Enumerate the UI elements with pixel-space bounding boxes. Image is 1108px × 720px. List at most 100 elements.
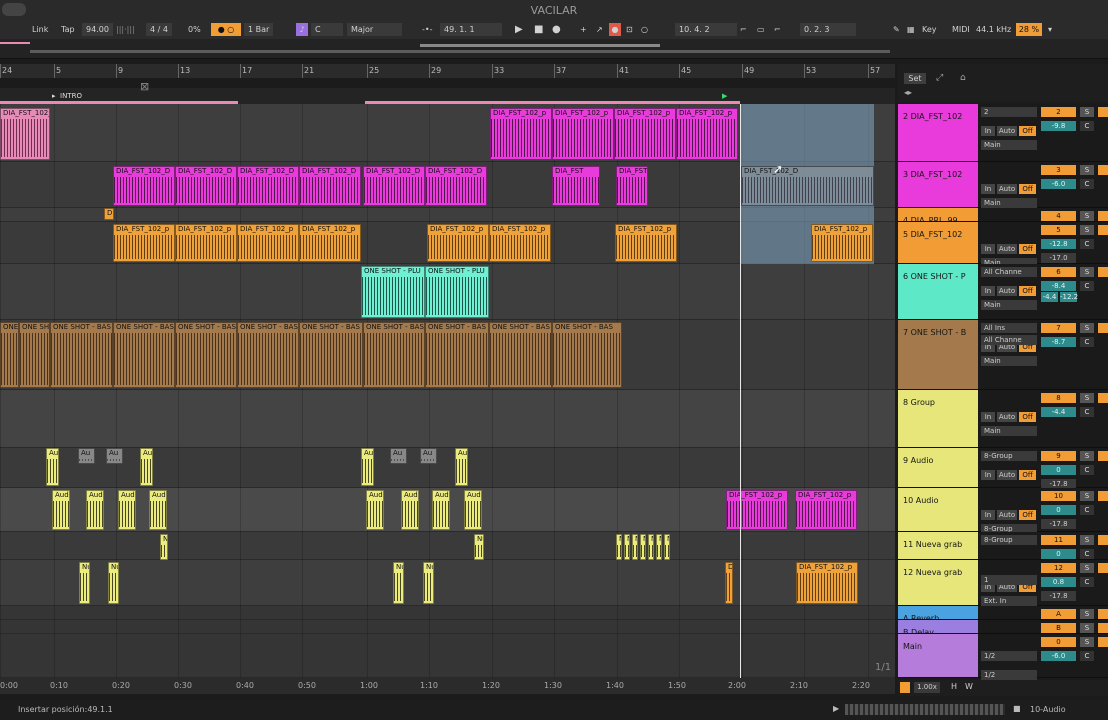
solo-button[interactable]: S [1080,623,1094,633]
monitor-in-button[interactable]: In [981,510,995,520]
track-name-9[interactable]: 10 Audio [898,488,978,532]
arm-button[interactable] [1098,535,1108,545]
ruler-bar-label[interactable]: 57 [870,66,880,75]
tap-tempo-button[interactable]: Tap [61,23,75,36]
key-map-button[interactable]: Key [922,23,937,36]
arm-button[interactable] [1098,165,1108,175]
solo-button[interactable]: S [1080,637,1094,647]
track-activator-button[interactable]: 7 [1041,323,1076,333]
play-icon[interactable]: ▶ [515,23,523,36]
arm-button[interactable] [1098,393,1108,403]
audio-clip[interactable]: Au [140,448,153,486]
capture-icon[interactable]: ⊡ [626,23,633,36]
output-routing-select[interactable]: 1/2 [981,670,1037,680]
solo-button[interactable]: S [1080,107,1094,117]
audio-clip[interactable]: Nu [393,562,404,604]
volume-field[interactable]: -12.8 [1041,239,1076,249]
audio-clip[interactable]: ONE SHOT - PLU [425,266,489,318]
monitor-auto-button[interactable]: Auto [997,412,1017,422]
output-routing-select[interactable]: Ext. In [981,596,1037,606]
output-channel-select[interactable]: 1/2 [981,651,1037,661]
track-activator-button[interactable]: 10 [1041,491,1076,501]
audio-clip[interactable]: DIA_FST_102_p [552,108,614,160]
solo-button[interactable]: S [1080,165,1094,175]
audio-clip[interactable]: ONE SHOT - BAS [299,322,363,388]
solo-button[interactable]: S [1080,563,1094,573]
audio-clip[interactable]: ONE SHOT - BAS [237,322,299,388]
audio-clip[interactable]: DIA_FST [616,166,648,206]
track-lane[interactable] [0,620,895,634]
ruler-bar-label[interactable]: 33 [494,66,504,75]
tempo-field[interactable]: 94.00 [82,23,113,36]
follow-icon[interactable]: -•- [422,23,433,36]
midi-map-button[interactable]: MIDI [952,23,970,36]
monitor-in-button[interactable]: In [981,412,995,422]
audio-clip[interactable]: Au [78,448,95,464]
audio-clip[interactable]: DIA_FST_102_p [237,224,299,262]
metronome-toggle-icon[interactable]: ● ○ [211,23,241,36]
audio-clip[interactable]: Au [390,448,407,464]
monitor-off-button[interactable]: Off [1019,286,1036,296]
locator-flag-icon[interactable]: ▸ [52,92,56,100]
audio-clip[interactable]: DIA_FST_102_p [811,224,873,262]
track-name-5[interactable]: 6 ONE SHOT - P [898,264,978,320]
volume-field[interactable]: -9.8 [1041,121,1076,131]
audio-clip[interactable]: Nu [616,534,622,560]
audio-clip[interactable]: Au [455,448,468,486]
track-activator-button[interactable]: B [1041,623,1076,633]
audio-clip[interactable]: DIA_FST_102_p [614,108,676,160]
audio-clip[interactable]: DIA_FST_102_D [175,166,237,206]
arm-button[interactable] [1098,491,1108,501]
output-routing-select[interactable]: 8-Group [981,535,1037,545]
monitor-off-button[interactable]: Off [1019,184,1036,194]
arrangement-position-field[interactable]: 49. 1. 1 [440,23,502,36]
monitor-in-button[interactable]: In [981,470,995,480]
monitor-off-button[interactable]: Off [1019,412,1036,422]
solo-button[interactable]: S [1080,393,1094,403]
quantize-menu[interactable]: 1 Bar [244,23,274,36]
locator-lane[interactable]: ▸ INTRO ⊠ ▶ [0,80,895,104]
pan-field[interactable]: -4.4 [1041,292,1058,302]
draw-mode-icon[interactable]: ✎ [893,23,900,36]
track-name-10[interactable]: 11 Nueva grab [898,532,978,560]
monitor-in-button[interactable]: In [981,126,995,136]
monitor-in-button[interactable]: In [981,184,995,194]
audio-clip[interactable]: Nu [648,534,654,560]
status-stop-icon[interactable]: ■ [1013,704,1021,713]
volume-field[interactable]: 0.8 [1041,577,1076,587]
crossfade-button[interactable]: C [1080,577,1094,587]
monitor-auto-button[interactable]: Auto [997,510,1017,520]
output-routing-select[interactable]: Main [981,198,1037,208]
track-name-3[interactable]: 4 DIA_PRL_99 [898,208,978,222]
solo-button[interactable]: S [1080,451,1094,461]
input-type-select[interactable]: All Ins [981,323,1037,333]
track-lane[interactable] [0,560,895,606]
audio-clip[interactable]: ONE SHOT - BAS [363,322,425,388]
expand-icon[interactable]: ⤢ [936,73,943,83]
arm-button[interactable] [1098,107,1108,117]
audio-clip[interactable]: Audi [464,490,482,530]
crossfade-button[interactable]: C [1080,121,1094,131]
stop-icon[interactable]: ■ [534,23,543,36]
crossfade-button[interactable]: C [1080,505,1094,515]
track-activator-button[interactable]: A [1041,609,1076,619]
solo-button[interactable]: S [1080,535,1094,545]
keyboard-icon[interactable]: ▦ [907,23,915,36]
link-button[interactable]: Link [32,23,48,36]
track-activator-button[interactable]: 11 [1041,535,1076,545]
track-lane[interactable] [0,390,895,448]
audio-clip[interactable]: DIA_FST_102_D [299,166,361,206]
solo-button[interactable]: S [1080,211,1094,221]
audio-clip[interactable]: Nu [624,534,630,560]
audio-clip[interactable]: DIA_FST [552,166,600,206]
crossfade-button[interactable]: C [1080,179,1094,189]
monitor-off-button[interactable]: Off [1019,244,1036,254]
audio-clip[interactable]: ONE SHOT - BAS [19,322,50,388]
volume-field[interactable]: -8.7 [1041,337,1076,347]
solo-button[interactable]: S [1080,267,1094,277]
volume-field[interactable]: -6.0 [1041,651,1076,661]
monitor-off-button[interactable]: Off [1019,510,1036,520]
ruler-bar-label[interactable]: 9 [118,66,123,75]
loop-icon[interactable]: ▭ [757,23,765,36]
monitor-off-button[interactable]: Off [1019,126,1036,136]
